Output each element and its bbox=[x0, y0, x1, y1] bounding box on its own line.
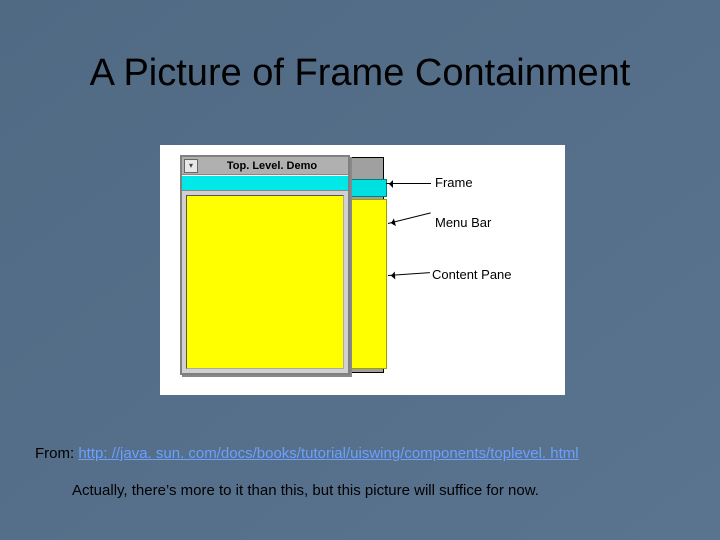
window-title: Top. Level. Demo bbox=[198, 160, 346, 172]
label-menubar: Menu Bar bbox=[435, 215, 491, 230]
source-link[interactable]: http: //java. sun. com/docs/books/tutori… bbox=[78, 445, 578, 462]
menu-bar bbox=[182, 175, 348, 191]
label-frame: Frame bbox=[435, 175, 473, 190]
system-menu-icon: ▾ bbox=[184, 159, 198, 173]
footnote: Actually, there’s more to it than this, … bbox=[72, 482, 539, 499]
frame-window: ▾ Top. Level. Demo bbox=[180, 155, 350, 375]
arrow-menubar bbox=[388, 212, 431, 224]
containment-diagram: ▾ Top. Level. Demo Frame Menu Bar Conten… bbox=[160, 145, 565, 395]
page-title: A Picture of Frame Containment bbox=[0, 52, 720, 95]
arrow-frame bbox=[386, 183, 431, 184]
content-pane bbox=[186, 195, 344, 369]
source-line: From: http: //java. sun. com/docs/books/… bbox=[35, 445, 579, 462]
title-bar: ▾ Top. Level. Demo bbox=[182, 157, 348, 175]
arrow-contentpane bbox=[388, 272, 430, 276]
label-contentpane: Content Pane bbox=[432, 267, 512, 282]
from-prefix: From: bbox=[35, 445, 78, 462]
